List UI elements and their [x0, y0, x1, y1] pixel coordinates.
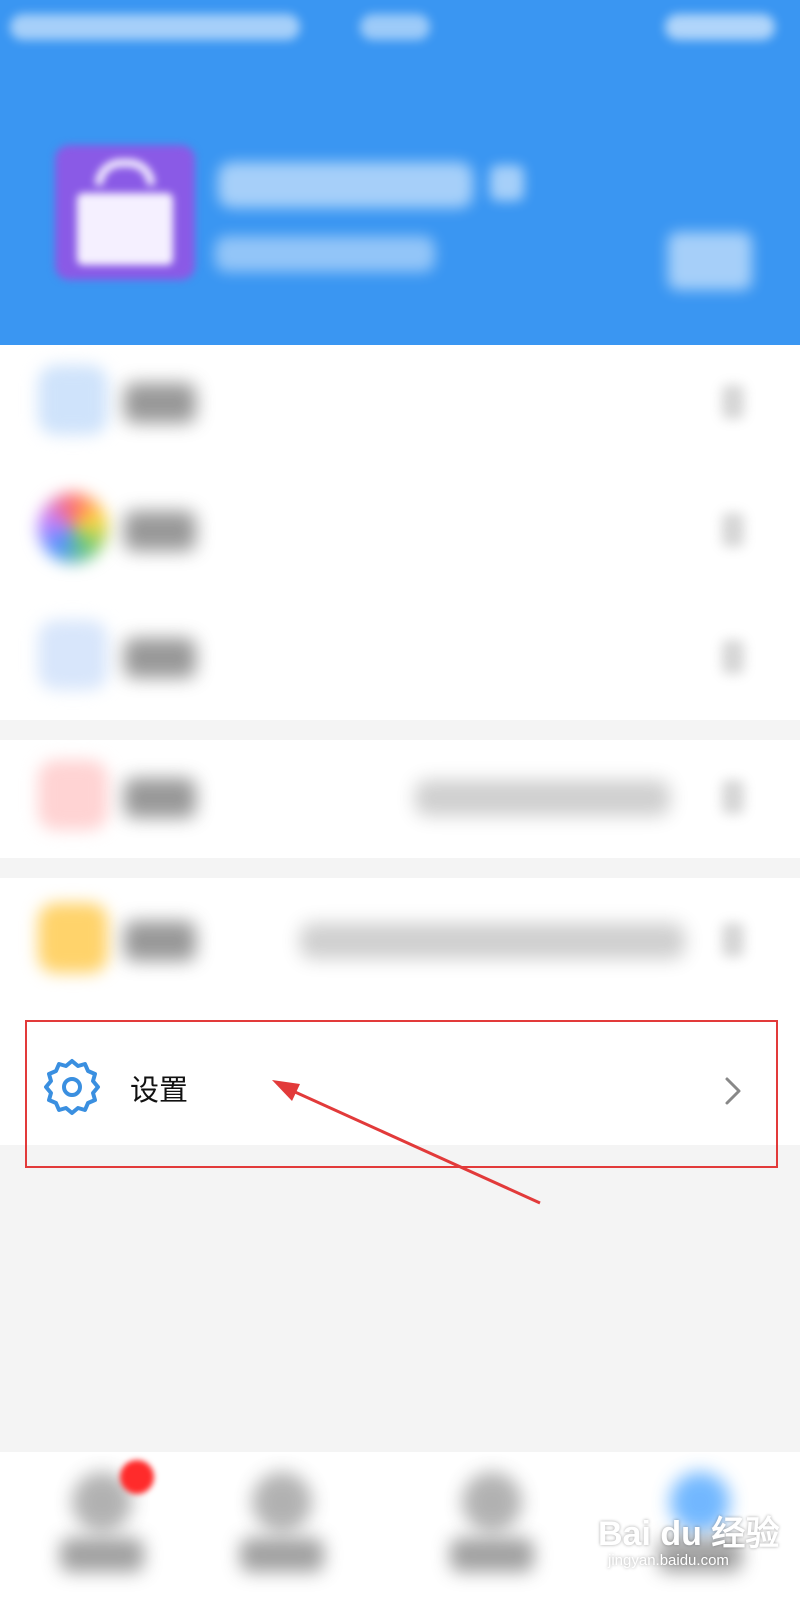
clock-icon [38, 620, 108, 690]
tab-label [60, 1538, 144, 1572]
chevron-right-icon [722, 640, 744, 674]
chevron-right-icon [722, 513, 744, 547]
tab-label [240, 1538, 324, 1572]
tab-label [450, 1538, 534, 1572]
menu-card-1 [0, 345, 800, 720]
avatar[interactable] [55, 145, 195, 280]
status-right-indicators [665, 14, 775, 40]
menu-item-label [124, 638, 196, 678]
gift-box-icon [95, 159, 155, 185]
profile-header [0, 0, 800, 345]
red-badge-icon [38, 760, 108, 830]
menu-item-label [124, 383, 196, 423]
username [218, 162, 473, 208]
menu-card-2 [0, 740, 800, 858]
watermark: Bai du 经验 jingyan.baidu.com [598, 1498, 794, 1588]
status-left-indicators [10, 14, 300, 40]
edit-icon[interactable] [490, 165, 524, 201]
qr-code-icon[interactable] [668, 232, 752, 290]
menu-item-3[interactable] [0, 600, 800, 720]
menu-item-4[interactable] [0, 740, 800, 860]
status-time [360, 14, 430, 40]
menu-item-value [415, 780, 670, 816]
chevron-right-icon [722, 385, 744, 419]
chevron-right-icon [722, 923, 744, 957]
menu-item-5[interactable] [0, 883, 800, 1003]
tab-icon [462, 1472, 522, 1532]
menu-item-label [124, 778, 196, 818]
colorful-wheel-icon [38, 493, 108, 563]
watermark-url: jingyan.baidu.com [608, 1552, 729, 1569]
menu-item-2[interactable] [0, 473, 800, 593]
menu-card-3 [0, 878, 800, 1005]
chevron-right-icon [722, 780, 744, 814]
menu-item-value [300, 923, 685, 959]
tab-2[interactable] [222, 1452, 342, 1600]
menu-item-label [124, 921, 196, 961]
highlight-box [25, 1020, 778, 1168]
tab-1[interactable] [42, 1452, 162, 1600]
user-subtitle [215, 236, 435, 272]
status-bar [0, 0, 800, 56]
flame-icon [38, 903, 108, 973]
menu-item-1[interactable] [0, 345, 800, 465]
menu-item-label [124, 511, 196, 551]
watermark-logo: Bai du 经验 [598, 1515, 780, 1553]
notification-badge [120, 1460, 154, 1494]
tab-icon [252, 1472, 312, 1532]
calendar-icon [38, 365, 108, 435]
tab-3[interactable] [432, 1452, 552, 1600]
